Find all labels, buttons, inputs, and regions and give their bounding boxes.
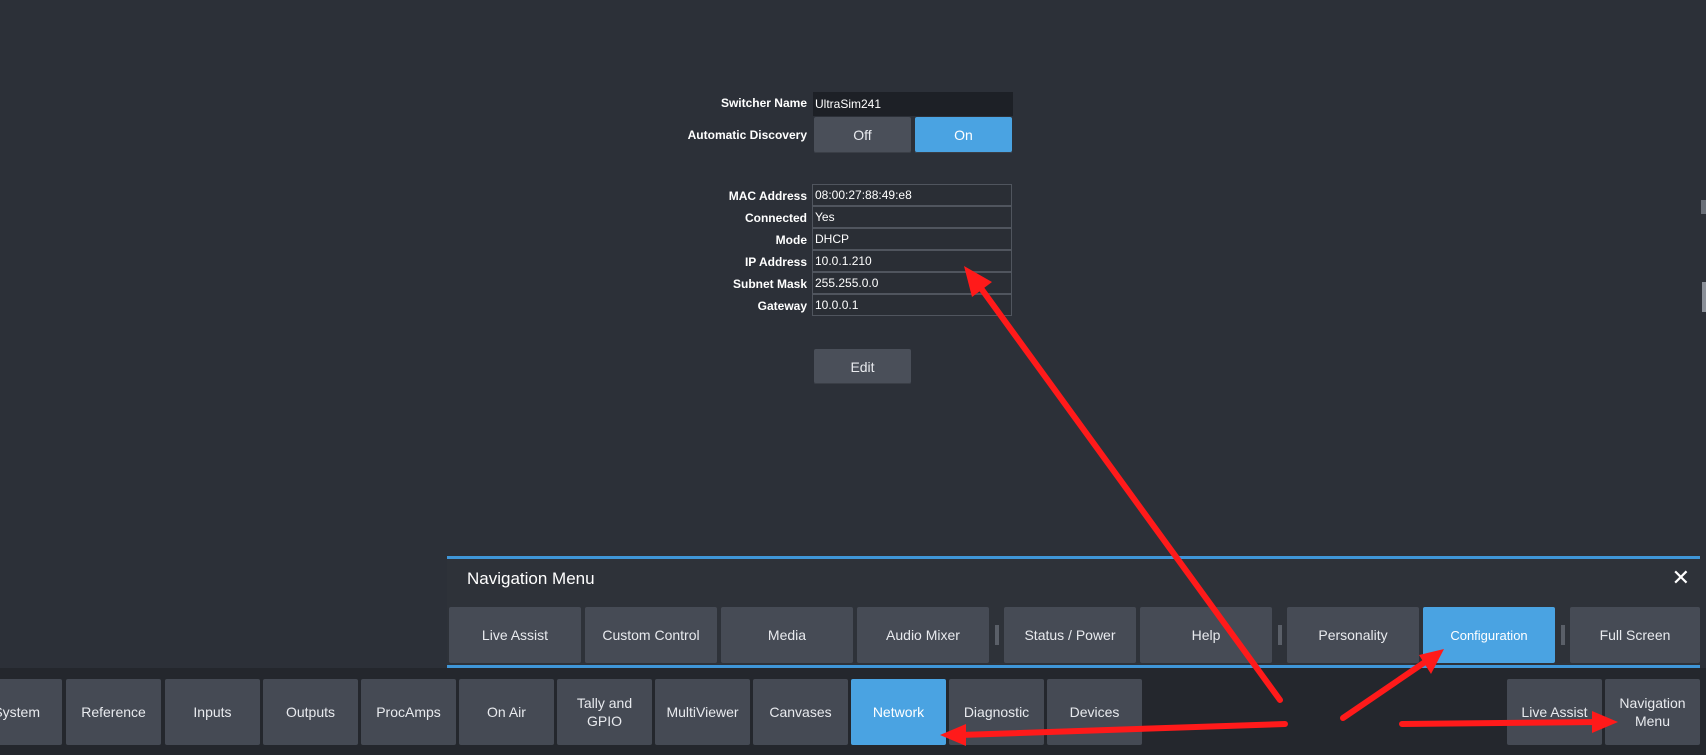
nav-item-live-assist[interactable]: Live Assist bbox=[449, 607, 581, 663]
tab-procamps[interactable]: ProcAmps bbox=[361, 679, 456, 745]
mode-value: DHCP bbox=[812, 228, 1012, 250]
gateway-value: 10.0.0.1 bbox=[812, 294, 1012, 316]
edit-button[interactable]: Edit bbox=[814, 349, 911, 384]
tab-on-air[interactable]: On Air bbox=[459, 679, 554, 745]
nav-item-configuration[interactable]: Configuration bbox=[1423, 607, 1555, 663]
tab-navigation-menu[interactable]: Navigation Menu bbox=[1605, 679, 1700, 745]
close-icon[interactable]: ✕ bbox=[1672, 565, 1690, 591]
connected-label: Connected bbox=[744, 211, 807, 225]
auto-discovery-on-button[interactable]: On bbox=[915, 117, 1012, 153]
mode-label: Mode bbox=[775, 233, 807, 247]
nav-item-full-screen[interactable]: Full Screen bbox=[1570, 607, 1700, 663]
nav-separator bbox=[995, 625, 999, 645]
nav-item-media[interactable]: Media bbox=[721, 607, 853, 663]
nav-item-audio-mixer[interactable]: Audio Mixer bbox=[857, 607, 989, 663]
tab-network[interactable]: Network bbox=[851, 679, 946, 745]
connected-value: Yes bbox=[812, 206, 1012, 228]
tab-reference[interactable]: Reference bbox=[66, 679, 161, 745]
nav-item-status-power[interactable]: Status / Power bbox=[1004, 607, 1136, 663]
edge-scrollbar-thumb[interactable] bbox=[1702, 282, 1706, 312]
tab-outputs[interactable]: Outputs bbox=[263, 679, 358, 745]
tab-multiviewer[interactable]: MultiViewer bbox=[655, 679, 750, 745]
gateway-label: Gateway bbox=[757, 299, 807, 313]
nav-item-personality[interactable]: Personality bbox=[1287, 607, 1419, 663]
nav-item-help[interactable]: Help bbox=[1140, 607, 1272, 663]
switcher-name-field[interactable]: UltraSim241 bbox=[813, 92, 1013, 116]
tab-devices[interactable]: Devices bbox=[1047, 679, 1142, 745]
tab-inputs[interactable]: Inputs bbox=[165, 679, 260, 745]
ip-address-label: IP Address bbox=[744, 255, 807, 269]
tab-canvases[interactable]: Canvases bbox=[753, 679, 848, 745]
subnet-mask-value: 255.255.0.0 bbox=[812, 272, 1012, 294]
nav-separator bbox=[1278, 625, 1282, 645]
tab-tally-and-gpio[interactable]: Tally and GPIO bbox=[557, 679, 652, 745]
bottom-tab-bar: System Reference Inputs Outputs ProcAmps… bbox=[0, 668, 1706, 755]
edge-scroll-marker bbox=[1701, 200, 1706, 214]
subnet-mask-label: Subnet Mask bbox=[732, 277, 807, 291]
tab-diagnostic[interactable]: Diagnostic bbox=[949, 679, 1044, 745]
ip-address-value: 10.0.1.210 bbox=[812, 250, 1012, 272]
automatic-discovery-label: Automatic Discovery bbox=[687, 128, 807, 142]
mac-address-value: 08:00:27:88:49:e8 bbox=[812, 184, 1012, 206]
mac-address-label: MAC Address bbox=[728, 189, 807, 203]
navigation-menu-panel: Navigation Menu ✕ Live Assist Custom Con… bbox=[447, 556, 1700, 678]
tab-live-assist[interactable]: Live Assist bbox=[1507, 679, 1602, 745]
nav-separator bbox=[1561, 625, 1565, 645]
switcher-name-label: Switcher Name bbox=[720, 96, 807, 110]
navigation-menu-title: Navigation Menu bbox=[467, 569, 595, 588]
tab-system[interactable]: System bbox=[0, 679, 62, 745]
auto-discovery-off-button[interactable]: Off bbox=[814, 117, 911, 153]
nav-item-custom-control[interactable]: Custom Control bbox=[585, 607, 717, 663]
